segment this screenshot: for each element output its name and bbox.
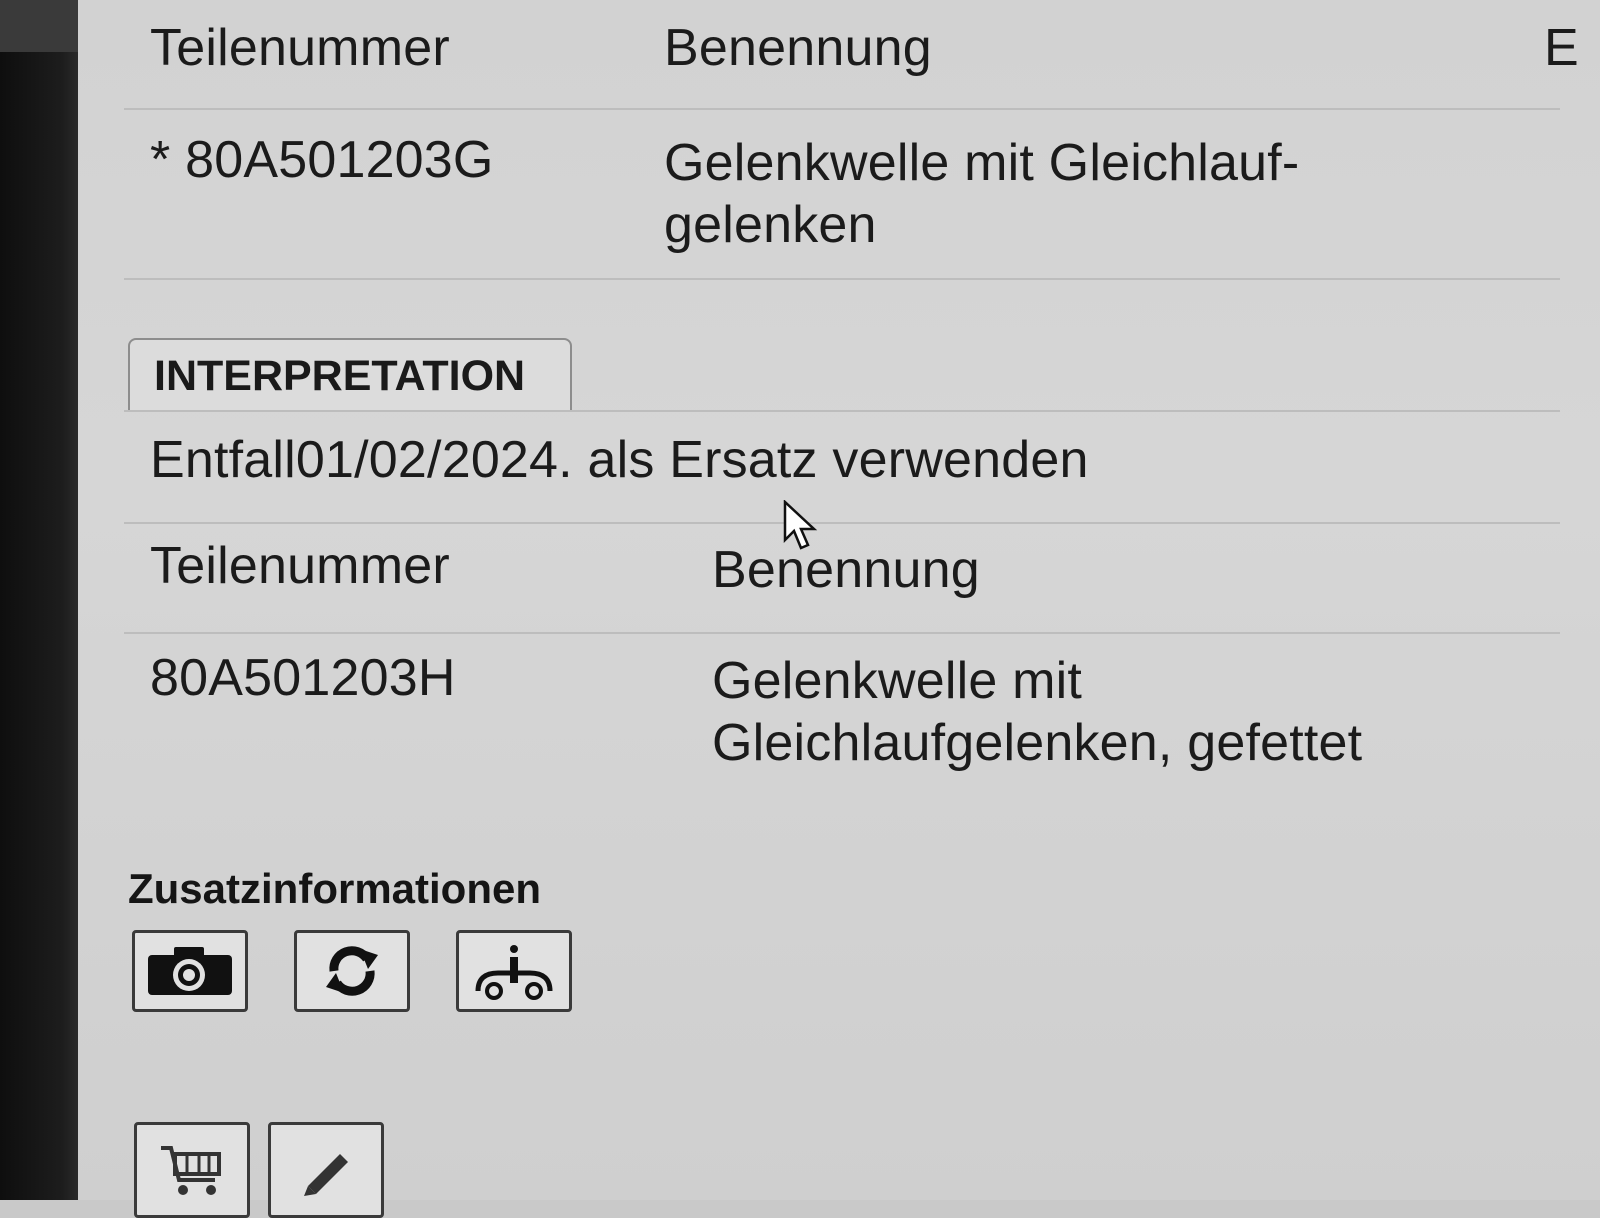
column-header-part-number: Teilenummer [150, 19, 450, 77]
parts-detail-panel: Teilenummer Benennung E * 80A501203G Gel… [78, 0, 1600, 1218]
column-header-name: Benennung [712, 541, 980, 599]
cart-icon [157, 1142, 227, 1198]
part-name: Gelenkwelle mit Gleichlauf-gelenken [664, 134, 1300, 254]
additional-info-heading: Zusatzinformationen [128, 865, 542, 912]
table-header: Teilenummer Benennung [124, 524, 1560, 634]
column-header-name: Benennung [664, 19, 932, 77]
refresh-icon [320, 941, 384, 1001]
mouse-cursor-icon [783, 499, 819, 557]
bezel-top-strip [0, 0, 78, 52]
column-header-cut: E [1544, 19, 1579, 77]
screen-bezel [0, 0, 78, 1200]
table-header: Teilenummer Benennung E [124, 0, 1579, 110]
refresh-button[interactable] [294, 930, 410, 1012]
column-header-part-number: Teilenummer [150, 537, 450, 595]
interpretation-row: Entfall01/02/2024. als Ersatz verwenden [124, 412, 1560, 524]
interpretation-text: Entfall01/02/2024. als Ersatz verwenden [150, 431, 1089, 489]
table-row[interactable]: * 80A501203G Gelenkwelle mit Gleichlauf-… [124, 110, 1560, 280]
pencil-icon [296, 1142, 356, 1198]
vehicle-info-icon [472, 941, 556, 1001]
tab-interpretation-label: INTERPRETATION [154, 352, 526, 400]
photo-button[interactable] [132, 930, 248, 1012]
edit-button[interactable] [268, 1122, 384, 1218]
part-number[interactable]: * 80A501203G [150, 130, 494, 190]
part-name: Gelenkwelle mit Gleichlaufgelenken, gefe… [712, 652, 1363, 772]
tab-interpretation[interactable]: INTERPRETATION [128, 338, 572, 412]
camera-icon [144, 943, 236, 999]
table-row[interactable]: 80A501203H Gelenkwelle mit Gleichlaufgel… [124, 634, 1560, 804]
vehicle-info-button[interactable] [456, 930, 572, 1012]
add-to-cart-button[interactable] [134, 1122, 250, 1218]
part-number[interactable]: 80A501203H [150, 648, 456, 708]
